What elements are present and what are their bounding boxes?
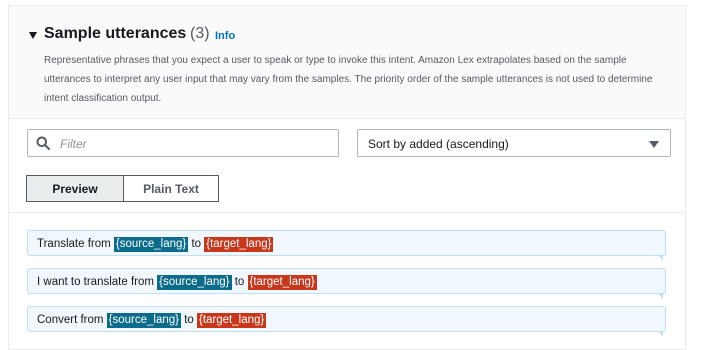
- sort-select[interactable]: Sort by added (ascending): [357, 129, 671, 157]
- sort-selected-value: Sort by added (ascending): [368, 137, 509, 151]
- slot-source-lang[interactable]: {source_lang}: [113, 237, 189, 252]
- speech-tail: [658, 293, 663, 299]
- search-icon: [36, 136, 50, 150]
- slot-source-lang[interactable]: {source_lang}: [106, 313, 182, 328]
- sample-utterances-panel: Sample utterances (3) Info Representativ…: [8, 5, 686, 350]
- utterance-item[interactable]: Convert from {source_lang} to {target_la…: [27, 306, 666, 337]
- utterance-count: (3): [190, 25, 210, 42]
- utterance-text: I want to translate from: [37, 276, 158, 288]
- utterance-text: to: [231, 276, 248, 288]
- info-link[interactable]: Info: [215, 30, 235, 42]
- section-title: Sample utterances: [44, 25, 187, 42]
- filter-input[interactable]: [58, 133, 332, 155]
- section-description: Representative phrases that you expect a…: [44, 55, 653, 104]
- tab-preview[interactable]: Preview: [26, 175, 124, 202]
- slot-target-lang[interactable]: {target_lang}: [247, 275, 317, 290]
- utterance-text: to: [181, 314, 197, 326]
- utterance-text: Translate from: [37, 238, 114, 250]
- collapse-caret-icon[interactable]: [29, 32, 37, 39]
- divider: [9, 212, 685, 213]
- utterance-text: to: [188, 238, 205, 250]
- filter-field[interactable]: [27, 129, 339, 157]
- slot-source-lang[interactable]: {source_lang}: [157, 275, 232, 290]
- tab-plain-text[interactable]: Plain Text: [123, 175, 219, 202]
- caret-down-icon: [649, 141, 659, 148]
- section-header: Sample utterances (3) Info Representativ…: [9, 6, 685, 119]
- slot-target-lang[interactable]: {target_lang}: [197, 313, 267, 328]
- speech-tail: [658, 255, 663, 261]
- slot-target-lang[interactable]: {target_lang}: [204, 237, 274, 252]
- utterance-text: Convert from: [37, 314, 107, 326]
- utterance-item[interactable]: Translate from {source_lang} to {target_…: [27, 230, 666, 261]
- utterance-item[interactable]: I want to translate from {source_lang} t…: [27, 268, 666, 299]
- speech-tail: [658, 331, 663, 337]
